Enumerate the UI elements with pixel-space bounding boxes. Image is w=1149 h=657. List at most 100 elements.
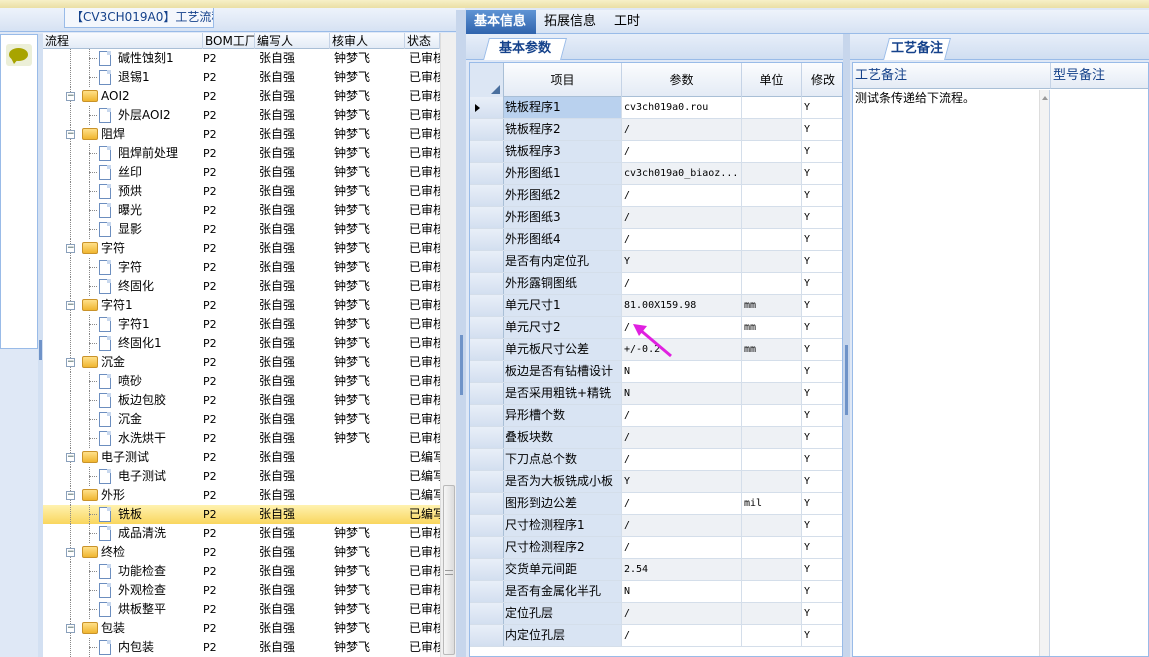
collapse-toggle-icon[interactable]: − — [66, 244, 75, 253]
tree-node[interactable]: 字符 — [43, 258, 200, 277]
grid-row[interactable]: 交货单元间距 2.54 Y — [470, 559, 842, 581]
tree-node[interactable]: 阻焊前处理 — [43, 144, 200, 163]
col-header-status[interactable]: 状态 — [405, 33, 440, 49]
param-value-cell[interactable]: / — [622, 273, 742, 294]
grid-row[interactable]: 是否有内定位孔 Y Y — [470, 251, 842, 273]
tree-row[interactable]: − 字符1 P2 张自强 钟梦飞 已审核 — [43, 296, 440, 315]
tree-node[interactable]: 外观检查 — [43, 581, 200, 600]
collapse-toggle-icon[interactable]: − — [66, 491, 75, 500]
row-selector[interactable] — [470, 163, 504, 184]
tree-row[interactable]: 碱性蚀刻1 P2 张自强 钟梦飞 已审核 — [43, 49, 440, 68]
row-selector[interactable] — [470, 207, 504, 228]
param-value-cell[interactable]: / — [622, 603, 742, 624]
row-selector[interactable] — [470, 559, 504, 580]
row-selector[interactable] — [470, 339, 504, 360]
tree-row[interactable]: − 电子测试 P2 张自强 已编写 — [43, 448, 440, 467]
left-splitter-grip[interactable] — [39, 340, 42, 360]
tree-node[interactable]: − 字符1 — [43, 296, 200, 315]
param-value-cell[interactable]: N — [622, 361, 742, 382]
param-value-cell[interactable]: / — [622, 537, 742, 558]
tree-row[interactable]: 阻焊前处理 P2 张自强 钟梦飞 已审核 — [43, 144, 440, 163]
tree-node[interactable]: 水洗烘干 — [43, 429, 200, 448]
grid-row[interactable]: 尺寸检测程序1/ Y — [470, 515, 842, 537]
grid-row[interactable]: 铣板程序2/ Y — [470, 119, 842, 141]
grid-row[interactable]: 外形图纸3/ Y — [470, 207, 842, 229]
param-value-cell[interactable]: cv3ch019a0_biaoz... — [622, 163, 742, 184]
collapse-toggle-icon[interactable]: − — [66, 453, 75, 462]
tree-node[interactable]: 曝光 — [43, 201, 200, 220]
row-selector[interactable] — [470, 383, 504, 404]
row-selector[interactable] — [470, 317, 504, 338]
tree-row[interactable]: 外观检查 P2 张自强 钟梦飞 已审核 — [43, 581, 440, 600]
param-value-cell[interactable]: Y — [622, 471, 742, 492]
col-header-unit[interactable]: 单位 — [742, 63, 802, 97]
tree-node[interactable]: − 终检 — [43, 543, 200, 562]
tree-row[interactable]: − 沉金 P2 张自强 钟梦飞 已审核 — [43, 353, 440, 372]
tree-node[interactable]: − AOI2 — [43, 87, 200, 106]
tree-node[interactable]: 烘板整平 — [43, 600, 200, 619]
row-selector[interactable] — [470, 625, 504, 646]
tree-row[interactable]: 沉金 P2 张自强 钟梦飞 已审核 — [43, 410, 440, 429]
tree-row[interactable]: 终固化1 P2 张自强 钟梦飞 已审核 — [43, 334, 440, 353]
tab-process-notes[interactable]: 工艺备注 — [883, 38, 951, 60]
collapse-toggle-icon[interactable]: − — [66, 358, 75, 367]
tab-work-hours[interactable]: 工时 — [606, 10, 654, 34]
tree-row[interactable]: − 包装 P2 张自强 钟梦飞 已审核 — [43, 619, 440, 638]
row-selector[interactable] — [470, 251, 504, 272]
tab-basic-params[interactable]: 基本参数 — [483, 38, 567, 60]
row-selector[interactable] — [470, 449, 504, 470]
tree-row[interactable]: 曝光 P2 张自强 钟梦飞 已审核 — [43, 201, 440, 220]
row-selector[interactable] — [470, 185, 504, 206]
collapse-toggle-icon[interactable]: − — [66, 301, 75, 310]
tree-node[interactable]: 成品清洗 — [43, 524, 200, 543]
tree-node[interactable]: − 沉金 — [43, 353, 200, 372]
tree-row[interactable]: 外层AOI2 P2 张自强 钟梦飞 已审核 — [43, 106, 440, 125]
tree-row[interactable]: − 终检 P2 张自强 钟梦飞 已审核 — [43, 543, 440, 562]
row-selector[interactable] — [470, 273, 504, 294]
tree-node[interactable]: 显影 — [43, 220, 200, 239]
param-value-cell[interactable]: / — [622, 141, 742, 162]
middle-splitter-grip[interactable] — [460, 335, 463, 395]
tree-node[interactable]: 终固化 — [43, 277, 200, 296]
tree-row[interactable]: 显影 P2 张自强 钟梦飞 已审核 — [43, 220, 440, 239]
tree-node[interactable]: 丝印 — [43, 163, 200, 182]
tree-row[interactable]: 退锡1 P2 张自强 钟梦飞 已审核 — [43, 68, 440, 87]
row-selector[interactable] — [470, 229, 504, 250]
param-value-cell[interactable]: 2.54 — [622, 559, 742, 580]
grid-row[interactable]: 叠板块数 / Y — [470, 427, 842, 449]
row-selector[interactable] — [470, 405, 504, 426]
grid-select-all[interactable] — [470, 63, 504, 97]
param-value-cell[interactable]: / — [622, 185, 742, 206]
top-splitter-bar[interactable] — [0, 0, 1149, 8]
row-selector[interactable] — [470, 427, 504, 448]
param-value-cell[interactable]: / — [622, 515, 742, 536]
row-selector[interactable] — [470, 295, 504, 316]
tree-node[interactable]: − 阻焊 — [43, 125, 200, 144]
param-value-cell[interactable]: N — [622, 383, 742, 404]
tree-node[interactable]: 预烘 — [43, 182, 200, 201]
grid-row[interactable]: 外形露铜图纸 / Y — [470, 273, 842, 295]
row-selector[interactable] — [470, 603, 504, 624]
chat-bubble-icon[interactable] — [6, 44, 32, 66]
tree-row[interactable]: 功能检查 P2 张自强 钟梦飞 已审核 — [43, 562, 440, 581]
tree-node[interactable]: − 外形 — [43, 486, 200, 505]
param-value-cell[interactable]: N — [622, 581, 742, 602]
tree-node[interactable]: 功能检查 — [43, 562, 200, 581]
tree-row[interactable]: 内包装 P2 张自强 钟梦飞 已审核 — [43, 638, 440, 657]
tree-row[interactable]: 终固化 P2 张自强 钟梦飞 已审核 — [43, 277, 440, 296]
param-value-cell[interactable]: / — [622, 493, 742, 514]
col-header-reviewer[interactable]: 核审人 — [330, 33, 405, 49]
grid-row[interactable]: 定位孔层 / Y — [470, 603, 842, 625]
tree-node[interactable]: 碱性蚀刻1 — [43, 49, 200, 68]
tab-extended-info[interactable]: 拓展信息 — [536, 10, 600, 34]
grid-row[interactable]: 板边是否有钻槽设计 N Y — [470, 361, 842, 383]
tree-node[interactable]: − 电子测试 — [43, 448, 200, 467]
grid-row[interactable]: 是否有金属化半孔 N Y — [470, 581, 842, 603]
tree-node[interactable]: 终固化1 — [43, 334, 200, 353]
col-header-flow[interactable]: 流程 — [43, 33, 203, 49]
param-value-cell[interactable]: cv3ch019a0.rou — [622, 97, 742, 118]
collapse-toggle-icon[interactable]: − — [66, 624, 75, 633]
tree-row[interactable]: − 外形 P2 张自强 已编写 — [43, 486, 440, 505]
process-notes-text[interactable]: 测试条传递给下流程。 — [854, 90, 1039, 106]
col-header-author[interactable]: 编写人 — [255, 33, 330, 49]
